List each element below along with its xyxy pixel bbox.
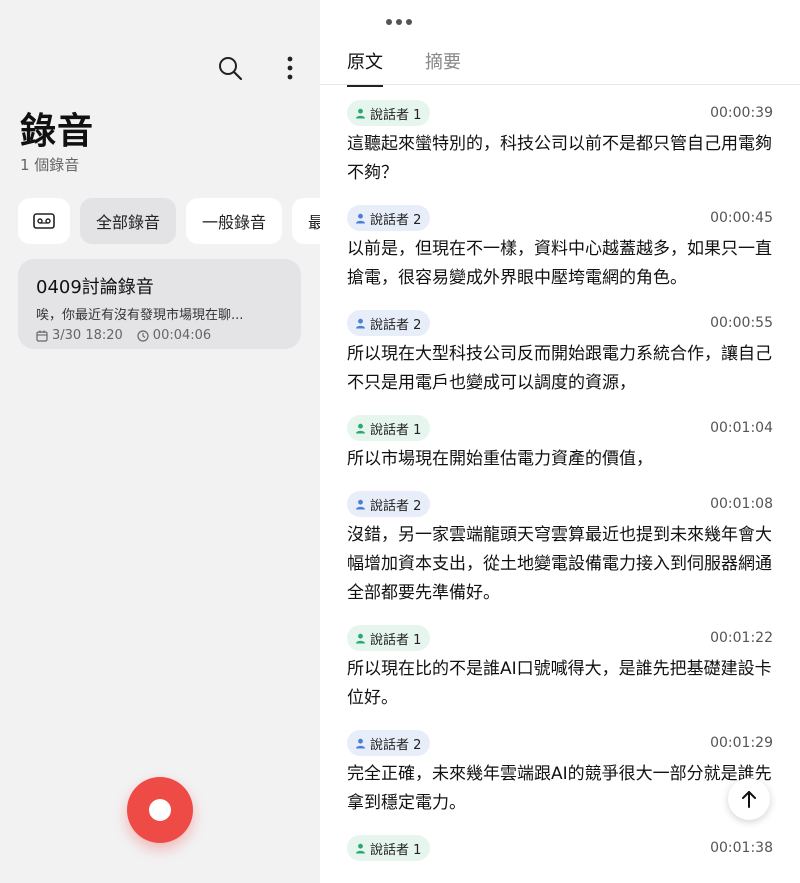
filter-all-recordings[interactable]: 全部錄音 (80, 198, 177, 244)
speaker-badge[interactable]: 說話者 2 (347, 310, 431, 336)
record-icon (149, 799, 171, 821)
recording-title: 0409討論錄音 (36, 277, 154, 298)
speaker-badge[interactable]: 說話者 1 (347, 835, 431, 861)
recording-count: 1 個錄音 (20, 156, 80, 174)
entry-header: 說話者 1 00:01:38 (347, 835, 773, 861)
recording-preview: 唉，你最近有沒有發現市場現在聊... (36, 308, 244, 323)
record-button[interactable] (127, 777, 193, 843)
transcript-entry[interactable]: 說話者 2 00:00:45 以前是，但現在不一樣，資料中心越蓋越多，如果只一直搶電… (347, 205, 773, 293)
speaker-name: 說話者 2 (370, 317, 422, 333)
speaker-name: 說話者 2 (370, 212, 422, 228)
more-vert-icon (287, 56, 293, 80)
entry-timestamp[interactable]: 00:01:38 (710, 840, 773, 856)
transcript-entry[interactable]: 說話者 1 00:01:22 所以現在比的不是誰AI口號喊得大，是誰先把基礎建設卡位… (347, 625, 773, 713)
speaker-badge[interactable]: 說話者 2 (347, 730, 431, 756)
person-icon (356, 843, 365, 853)
calendar-icon (36, 330, 48, 342)
entry-timestamp[interactable]: 00:01:29 (710, 735, 773, 751)
filter-general-recordings[interactable]: 一般錄音 (186, 198, 283, 244)
cassette-filter-button[interactable] (18, 198, 70, 244)
transcript-entry[interactable]: 說話者 1 00:00:39 這聽起來蠻特別的，科技公司以前不是都只管自己用電夠不夠… (347, 100, 773, 188)
transcript-entry[interactable]: 說話者 1 00:01:38 (347, 835, 773, 861)
entry-text: 這聽起來蠻特別的，科技公司以前不是都只管自己用電夠不夠？ (347, 134, 772, 183)
speaker-badge[interactable]: 說話者 2 (347, 205, 431, 231)
entry-timestamp[interactable]: 00:01:08 (710, 496, 773, 512)
entry-header: 說話者 1 00:00:39 (347, 100, 773, 126)
person-icon (356, 318, 365, 328)
transcript-entry[interactable]: 說話者 1 00:01:04 所以市場現在開始重估電力資產的價值， (347, 415, 773, 474)
drag-handle-icon[interactable] (382, 14, 416, 30)
transcript-entry[interactable]: 說話者 2 00:01:08 沒錯，另一家雲端龍頭天穹雲算最近也提到未來幾年會大幅增… (347, 491, 773, 608)
top-actions (212, 50, 308, 86)
entry-header: 說話者 2 00:00:45 (347, 205, 773, 231)
speaker-name: 說話者 1 (370, 107, 422, 123)
entry-text: 完全正確，未來幾年雲端跟AI的競爭很大一部分就是誰先拿到穩定電力。 (347, 764, 772, 813)
person-icon (356, 633, 365, 643)
tab-summary[interactable]: 摘要 (425, 48, 461, 87)
filter-more-truncated[interactable]: 最 (292, 198, 320, 244)
entry-header: 說話者 1 00:01:04 (347, 415, 773, 441)
speaker-badge[interactable]: 說話者 1 (347, 625, 431, 651)
recording-date: 3/30 18:20 (52, 328, 123, 343)
more-options-button[interactable] (272, 50, 308, 86)
person-icon (356, 499, 365, 509)
speaker-name: 說話者 1 (370, 422, 422, 438)
entry-timestamp[interactable]: 00:00:55 (710, 315, 773, 331)
search-icon (219, 57, 243, 81)
page-title: 錄音 (20, 111, 95, 152)
recording-meta: 3/30 18:20 00:04:06 (36, 328, 283, 343)
entry-text: 所以現在大型科技公司反而開始跟電力系統合作，讓自己不只是用電戶也變成可以調度的資… (347, 344, 772, 393)
speaker-name: 說話者 2 (370, 737, 422, 753)
speaker-name: 說話者 2 (370, 498, 422, 514)
entry-timestamp[interactable]: 00:01:22 (710, 630, 773, 646)
transcript-entry[interactable]: 說話者 2 00:01:29 完全正確，未來幾年雲端跟AI的競爭很大一部分就是誰先拿… (347, 730, 773, 818)
entry-timestamp[interactable]: 00:00:39 (710, 105, 773, 121)
cassette-icon (33, 213, 55, 229)
person-icon (356, 213, 365, 223)
arrow-up-icon (742, 791, 756, 808)
person-icon (356, 108, 365, 118)
entry-timestamp[interactable]: 00:00:45 (710, 210, 773, 226)
recordings-list-pane: 錄音 1 個錄音 全部錄音 一般錄音 最 0409討論錄音 唉，你最近有沒有發現… (0, 0, 320, 883)
entry-text: 沒錯，另一家雲端龍頭天穹雲算最近也提到未來幾年會大幅增加資本支出，從土地變電設備… (347, 525, 772, 603)
speaker-name: 說話者 1 (370, 632, 422, 648)
tab-original-text[interactable]: 原文 (347, 48, 383, 87)
tab-divider (320, 84, 800, 85)
entry-timestamp[interactable]: 00:01:04 (710, 420, 773, 436)
transcript-entry[interactable]: 說話者 2 00:00:55 所以現在大型科技公司反而開始跟電力系統合作，讓自己不只… (347, 310, 773, 398)
speaker-name: 說話者 1 (370, 842, 422, 858)
speaker-badge[interactable]: 說話者 1 (347, 100, 431, 126)
entry-text: 以前是，但現在不一樣，資料中心越蓋越多，如果只一直搶電，很容易變成外界眼中壓垮電… (347, 239, 772, 288)
clock-icon (137, 329, 149, 342)
recording-duration: 00:04:06 (152, 328, 212, 343)
entry-header: 說話者 1 00:01:22 (347, 625, 773, 651)
recording-card[interactable]: 0409討論錄音 唉，你最近有沒有發現市場現在聊... 3/30 18:20 0… (18, 259, 301, 349)
filter-chips: 全部錄音 一般錄音 最 (18, 198, 320, 244)
speaker-badge[interactable]: 說話者 2 (347, 491, 431, 517)
transcript-tabs: 原文 摘要 (347, 48, 461, 87)
person-icon (356, 423, 365, 433)
entry-header: 說話者 2 00:01:08 (347, 491, 773, 517)
entry-header: 說話者 2 00:00:55 (347, 310, 773, 336)
scroll-to-top-button[interactable] (728, 778, 770, 820)
entry-text: 所以市場現在開始重估電力資產的價值， (347, 449, 653, 469)
transcript-list: 說話者 1 00:00:39 這聽起來蠻特別的，科技公司以前不是都只管自己用電夠不夠… (347, 100, 773, 878)
entry-header: 說話者 2 00:01:29 (347, 730, 773, 756)
speaker-badge[interactable]: 說話者 1 (347, 415, 431, 441)
search-button[interactable] (212, 50, 248, 86)
entry-text: 所以現在比的不是誰AI口號喊得大，是誰先把基礎建設卡位好。 (347, 659, 772, 708)
person-icon (356, 738, 365, 748)
transcript-pane: 原文 摘要 說話者 1 00:00:39 這聽起來蠻特別的，科技公司以前不是都只管自… (320, 0, 800, 883)
